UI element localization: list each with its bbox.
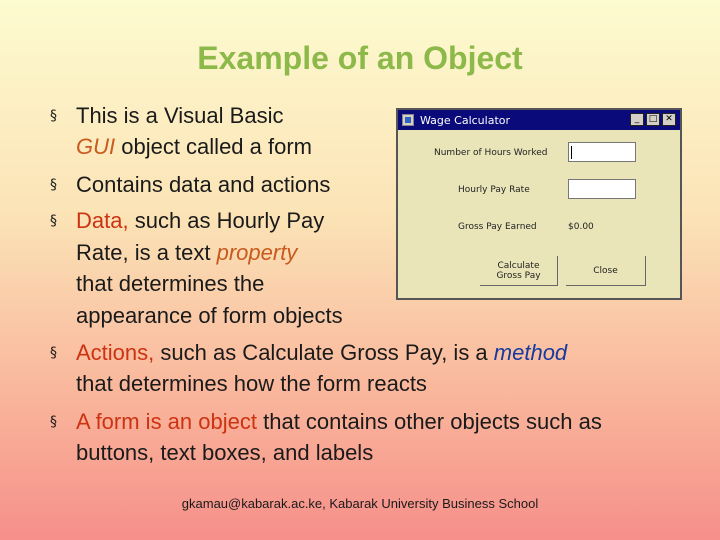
bullet-marker: § [50,177,57,193]
bullet-marker: § [50,108,57,124]
wage-calculator-window: Wage Calculator _ □ ✕ Number of Hours Wo… [396,108,682,300]
hours-input[interactable] [568,142,636,162]
window-title: Wage Calculator [420,113,511,127]
bullet-marker: § [50,345,57,361]
footer-credit: gkamau@kabarak.ac.ke, Kabarak University… [181,496,539,511]
close-button[interactable]: Close [566,256,646,286]
bullet-2-line-1: Contains data and actions [76,172,331,197]
bullet-marker: § [50,414,57,430]
bullet-3-line-1: Data, such as Hourly Pay [76,208,325,233]
bullet-1-line-1: This is a Visual Basic [76,103,284,128]
bullet-marker: § [50,213,57,229]
maximize-button[interactable]: □ [646,113,660,126]
close-window-button[interactable]: ✕ [662,113,676,126]
calculate-gross-pay-button[interactable]: Calculate Gross Pay [480,256,558,286]
bullet-4-line-2: that determines how the form reacts [76,371,427,396]
rate-label: Hourly Pay Rate [458,185,530,195]
bullet-3-line-3: that determines the [76,271,265,296]
bullet-5-line-1: A form is an object that contains other … [76,409,602,434]
bullet-1-line-2: GUI object called a form [76,134,312,159]
gross-value: $0.00 [568,222,594,232]
hours-label: Number of Hours Worked [434,148,548,158]
bullet-3-line-4: appearance of form objects [76,303,343,328]
rate-input[interactable] [568,179,636,199]
bullet-3-line-2: Rate, is a text property [76,240,298,265]
form-icon [402,114,414,126]
minimize-button[interactable]: _ [630,113,644,126]
gross-label: Gross Pay Earned [458,222,537,232]
window-title-bar: Wage Calculator _ □ ✕ [398,110,680,130]
bullet-4-line-1: Actions, such as Calculate Gross Pay, is… [76,340,568,365]
bullet-5-line-2: buttons, text boxes, and labels [76,440,374,465]
